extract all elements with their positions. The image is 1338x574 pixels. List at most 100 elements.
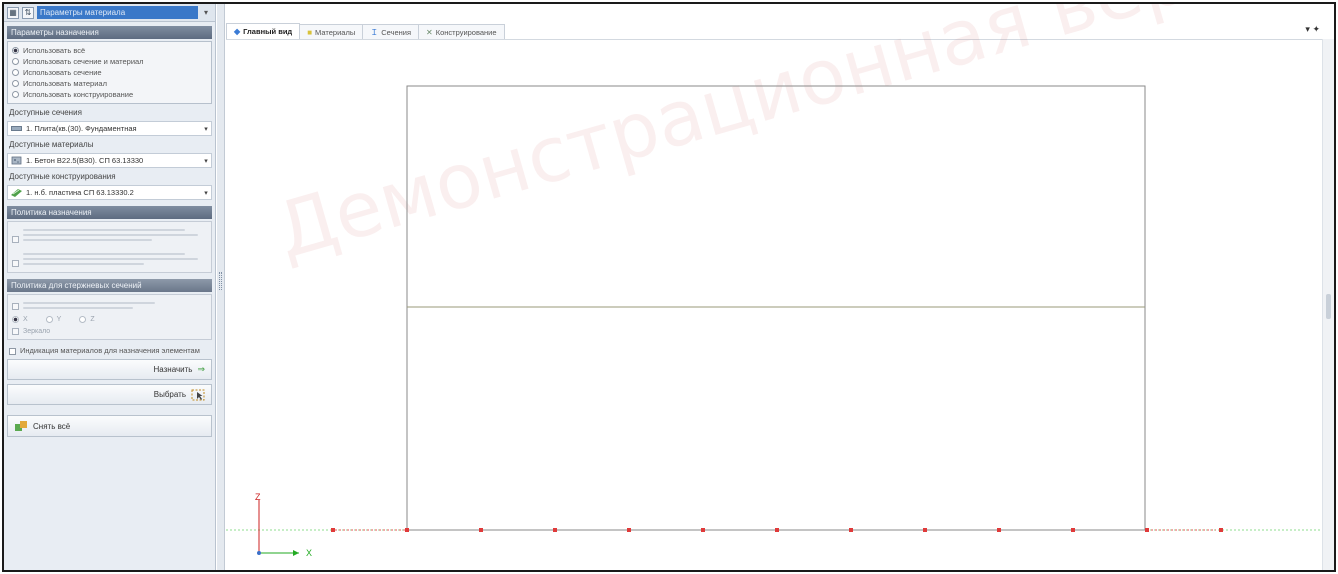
- use-option-material[interactable]: Использовать материал: [12, 78, 207, 89]
- frame-outline[interactable]: [406, 85, 1146, 531]
- params-header[interactable]: Параметры назначения: [7, 26, 212, 39]
- assign-button[interactable]: Назначить ⇒: [7, 359, 212, 380]
- radio-icon[interactable]: [12, 80, 19, 87]
- support-node[interactable]: [923, 528, 927, 532]
- design-dropdown[interactable]: 1. н.б. пластина СП 63.13330.2 ▾: [7, 185, 212, 200]
- assignment-panel: ▦ ⇅ Параметры материала ▾ Параметры назн…: [4, 4, 216, 570]
- select-button[interactable]: Выбрать: [7, 384, 212, 405]
- chevron-down-icon[interactable]: ▾: [201, 157, 211, 165]
- chevron-down-icon[interactable]: ▾: [201, 189, 211, 197]
- tab-list-icon[interactable]: ▾: [1305, 24, 1310, 34]
- tab-label: Материалы: [315, 27, 356, 37]
- design-icon: ✕: [426, 27, 433, 37]
- support-node[interactable]: [1071, 528, 1075, 532]
- policy-header[interactable]: Политика назначения: [7, 206, 212, 219]
- sections-label: Доступные сечения: [9, 108, 82, 117]
- axis-label: Y: [56, 316, 62, 323]
- tab-materials[interactable]: ■ Материалы: [299, 24, 364, 39]
- axis-option-z[interactable]: Z: [79, 316, 95, 323]
- support-node[interactable]: [627, 528, 631, 532]
- radio-icon[interactable]: [12, 91, 19, 98]
- pin-icon[interactable]: ▾: [200, 8, 212, 17]
- use-option-label: Использовать сечение: [23, 68, 102, 77]
- arrow-right-icon: ⇒: [197, 364, 205, 374]
- model-canvas[interactable]: Z X: [226, 40, 1322, 571]
- axis-label: X: [23, 316, 28, 323]
- tab-sections[interactable]: Ｉ Сечения: [362, 24, 420, 39]
- axis-label: Z: [90, 316, 95, 323]
- checkbox-icon[interactable]: [12, 236, 19, 243]
- sort-icon[interactable]: ⇅: [22, 6, 34, 19]
- tab-main-view[interactable]: ◆ Главный вид: [226, 23, 301, 39]
- checkbox-icon[interactable]: [12, 328, 19, 335]
- grid-icon[interactable]: ▦: [7, 6, 19, 19]
- viewport-scrollbar[interactable]: [1322, 39, 1334, 570]
- support-node[interactable]: [701, 528, 705, 532]
- support-node[interactable]: [405, 528, 409, 532]
- scrollbar-thumb[interactable]: [1326, 294, 1331, 319]
- rods-header[interactable]: Политика для стержневых сечений: [7, 279, 212, 292]
- support-node[interactable]: [1219, 528, 1223, 532]
- model-viewport[interactable]: Демонстрационная версия Z X: [226, 4, 1329, 571]
- checkbox-icon[interactable]: [12, 303, 19, 310]
- support-node[interactable]: [997, 528, 1001, 532]
- radio-icon[interactable]: [12, 69, 19, 76]
- use-option-label: Использовать всё: [23, 46, 86, 55]
- use-option-section-material[interactable]: Использовать сечение и материал: [12, 56, 207, 67]
- materials-dropdown[interactable]: 1. Бетон В22.5(В30). СП 63.13330 ▾: [7, 153, 212, 168]
- checkbox-icon[interactable]: [12, 260, 19, 267]
- axis-x-arrow-icon: [293, 550, 299, 556]
- indication-option[interactable]: Индикация материалов для назначения элем…: [9, 346, 210, 355]
- view-icon: ◆: [234, 27, 241, 36]
- radio-icon[interactable]: [12, 47, 19, 54]
- reset-elements-icon: [15, 421, 27, 431]
- support-node[interactable]: [479, 528, 483, 532]
- checkbox-icon[interactable]: [9, 348, 16, 355]
- rods-keep-orientation[interactable]: [12, 299, 207, 312]
- concrete-material-icon: [11, 156, 22, 165]
- tab-menu: ▾ ✦: [1305, 24, 1320, 35]
- view-tabs: ◆ Главный вид ■ Материалы Ｉ Сечения ✕ Констр…: [226, 22, 1332, 39]
- use-option-label: Использовать сечение и материал: [23, 57, 144, 66]
- design-label: Доступные конструирования: [9, 172, 116, 181]
- panel-splitter[interactable]: [217, 4, 225, 570]
- radio-icon[interactable]: [79, 316, 87, 323]
- use-option-design[interactable]: Использовать конструирование: [12, 89, 207, 100]
- axis-option-y[interactable]: Y: [45, 316, 62, 323]
- support-node[interactable]: [331, 528, 335, 532]
- axis-option-x[interactable]: X: [12, 316, 28, 323]
- materials-value: 1. Бетон В22.5(В30). СП 63.13330: [26, 156, 144, 165]
- tab-design[interactable]: ✕ Конструирование: [418, 24, 505, 39]
- policy-option-keep-material[interactable]: [12, 226, 207, 244]
- radio-icon[interactable]: [45, 316, 53, 323]
- tab-label: Конструирование: [435, 27, 497, 37]
- support-node[interactable]: [849, 528, 853, 532]
- select-button-label: Выбрать: [153, 390, 186, 399]
- panel-mode-combo[interactable]: Параметры материала: [37, 6, 198, 19]
- reset-all-button[interactable]: Снять всё: [7, 415, 212, 437]
- select-cursor-icon: [191, 389, 205, 400]
- panel-toolbar: ▦ ⇅ Параметры материала ▾: [4, 4, 215, 22]
- mirror-option[interactable]: Зеркало: [12, 328, 207, 335]
- support-node[interactable]: [1145, 528, 1149, 532]
- policy-option-text: [23, 226, 207, 244]
- pin-icon[interactable]: ✦: [1312, 24, 1320, 34]
- use-option-section[interactable]: Использовать сечение: [12, 67, 207, 78]
- materials-label: Доступные материалы: [9, 140, 94, 149]
- radio-icon[interactable]: [12, 316, 19, 323]
- sections-dropdown[interactable]: 1. Плита(кв.(30). Фундаментная ▾: [7, 121, 212, 136]
- policy-option-keep-section[interactable]: [12, 250, 207, 268]
- design-value: 1. н.б. пластина СП 63.13330.2: [26, 188, 134, 197]
- radio-icon[interactable]: [12, 58, 19, 65]
- support-node[interactable]: [553, 528, 557, 532]
- tab-label: Сечения: [381, 27, 412, 37]
- use-option-all[interactable]: Использовать всё: [12, 45, 207, 56]
- tab-label: Главный вид: [243, 27, 293, 36]
- design-plate-icon: [11, 189, 22, 197]
- section-icon: Ｉ: [370, 27, 379, 37]
- policy-option-text: [23, 250, 207, 268]
- splitter-grip-icon[interactable]: [219, 272, 222, 290]
- use-option-label: Использовать материал: [23, 79, 107, 88]
- chevron-down-icon[interactable]: ▾: [201, 125, 211, 133]
- support-node[interactable]: [775, 528, 779, 532]
